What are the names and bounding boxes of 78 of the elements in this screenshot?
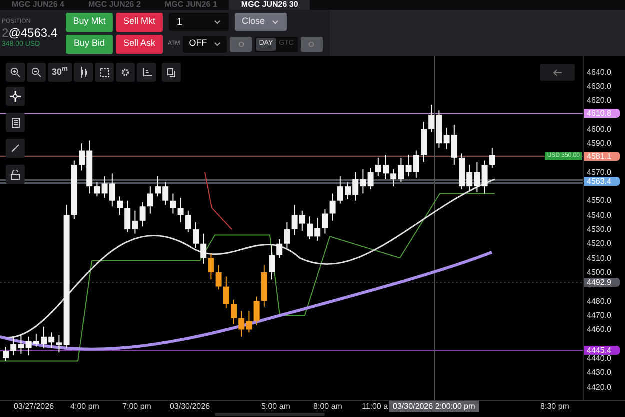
price-tick-label: 4510.0	[587, 254, 612, 263]
price-tick-label: 4540.0	[587, 210, 612, 220]
price-tick-label: 4440.0	[587, 354, 612, 363]
time-tick-label: 5:00 am	[262, 402, 290, 412]
quantity-select[interactable]: 1	[169, 13, 229, 31]
candle	[459, 153, 465, 190]
price-tick-label: 4480.0	[587, 296, 612, 306]
price-tick-label: 4630.0	[587, 82, 612, 91]
back-button[interactable]	[540, 64, 575, 81]
instrument-tab[interactable]: MGC JUN26 4	[0, 0, 76, 10]
document-icon[interactable]	[6, 113, 25, 132]
price-tick-label: 4590.0	[587, 139, 612, 148]
order-button[interactable]: Buy Mkt	[66, 12, 113, 32]
candle	[231, 299, 237, 325]
price-tick-label: 4570.0	[587, 168, 612, 177]
candlestick-icon[interactable]	[74, 63, 94, 82]
candle	[345, 182, 351, 200]
settings-button[interactable]	[230, 36, 252, 52]
price-tag: 4610.8	[584, 109, 620, 118]
time-tick-label: 8:00 am	[314, 402, 342, 412]
instrument-tab[interactable]: MGC JUN26 30	[229, 0, 310, 10]
candle	[193, 222, 199, 249]
indicator-line	[204, 172, 232, 230]
settings-icon[interactable]	[116, 63, 136, 82]
time-tick-label: 7:00 pm	[122, 402, 152, 412]
price-tick-label: 4470.0	[587, 310, 612, 320]
price-tick-label: 4460.0	[587, 325, 612, 334]
close-button[interactable]: Close	[235, 13, 287, 31]
caret-icon	[272, 20, 280, 24]
arrow-left-icon	[552, 68, 562, 76]
price-tick-label: 4520.0	[587, 239, 612, 248]
interval-button[interactable]: 30$^{m}$	[48, 63, 72, 82]
time-tick-label: 8:30 pm	[540, 402, 570, 412]
price-tick-label: 4430.0	[587, 368, 612, 378]
price-tag: 4563.4	[584, 177, 620, 186]
order-button[interactable]: Buy Bid	[66, 34, 113, 54]
caret-icon	[214, 20, 221, 24]
zoom-out-icon[interactable]	[27, 63, 46, 82]
crosshair-time-label: 03/30/2026 2:00:00 pm	[389, 401, 480, 412]
candle	[307, 216, 313, 240]
price-tick-label: 4550.0	[587, 196, 612, 206]
crosshair-icon[interactable]	[6, 87, 25, 106]
time-tick-label: 03/30/2026	[170, 402, 210, 412]
settings-button[interactable]	[300, 36, 323, 52]
price-tag: 4581.1	[584, 152, 620, 161]
time-tick-label: 11:00 a	[362, 402, 388, 412]
candle	[117, 196, 123, 216]
candle	[155, 176, 161, 198]
scrollbar-thumb[interactable]	[215, 413, 325, 416]
time-tick-label: 4:00 pm	[70, 402, 100, 412]
order-button[interactable]: Sell Mkt	[116, 12, 163, 32]
price-tick-label: 4530.0	[587, 225, 612, 234]
atm-select[interactable]: OFF	[183, 36, 228, 52]
selection-icon[interactable]	[95, 63, 114, 82]
caret-icon	[214, 42, 222, 46]
axes-icon[interactable]	[137, 63, 156, 82]
instrument-tab[interactable]: MGC JUN26 2	[76, 0, 153, 10]
time-tick-label: 03/27/2026	[14, 402, 54, 412]
candle	[383, 154, 389, 180]
candle	[41, 326, 47, 349]
candle	[3, 346, 9, 362]
price-tick-label: 4600.0	[587, 124, 612, 134]
price-tick-label: 4500.0	[587, 268, 612, 277]
price-tag: 4445.4	[584, 346, 620, 356]
candle	[269, 244, 275, 280]
instrument-tab[interactable]: MGC JUN26 1	[152, 0, 230, 10]
zoom-in-icon[interactable]	[6, 63, 25, 82]
order-button[interactable]: Sell Ask	[116, 34, 163, 54]
position-value: 2@4563.4	[2, 26, 59, 40]
price-tick-label: 4640.0	[587, 68, 612, 76]
price-tick-label: 4620.0	[587, 96, 612, 106]
copy-icon[interactable]	[162, 63, 182, 82]
price-tag: 4492.9	[584, 278, 620, 288]
price-tick-label: 4420.0	[587, 382, 612, 392]
line-tool-icon[interactable]	[6, 139, 25, 158]
candle	[79, 143, 85, 172]
lock-icon[interactable]	[6, 165, 25, 184]
candle	[421, 122, 427, 163]
